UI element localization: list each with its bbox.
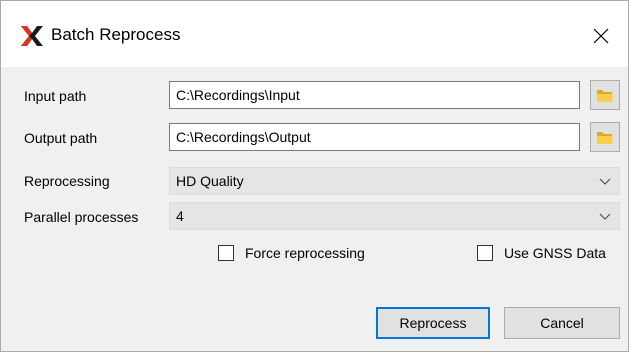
folder-icon (597, 89, 613, 102)
force-reprocessing-box[interactable] (218, 245, 234, 261)
input-path-field[interactable]: C:\Recordings\Input (169, 81, 580, 109)
reprocessing-value: HD Quality (176, 173, 244, 189)
parallel-processes-select[interactable]: 4 (169, 202, 620, 230)
parallel-processes-label: Parallel processes (24, 209, 139, 225)
window-title: Batch Reprocess (51, 25, 181, 44)
reprocessing-label: Reprocessing (24, 173, 110, 189)
reprocessing-select[interactable]: HD Quality (169, 167, 620, 195)
chevron-down-icon (599, 178, 611, 185)
folder-icon (597, 131, 613, 144)
title-bar: Batch Reprocess (1, 1, 628, 67)
close-icon (593, 28, 609, 44)
input-path-label: Input path (24, 88, 87, 104)
force-reprocessing-label: Force reprocessing (245, 245, 365, 261)
use-gnss-label: Use GNSS Data (504, 245, 606, 261)
parallel-processes-value: 4 (176, 208, 184, 224)
cancel-button[interactable]: Cancel (504, 307, 620, 339)
chevron-down-icon (599, 213, 611, 220)
browse-output-button[interactable] (590, 122, 620, 152)
output-path-field[interactable]: C:\Recordings\Output (169, 123, 580, 151)
use-gnss-checkbox[interactable]: Use GNSS Data (477, 245, 606, 261)
x-logo-icon (21, 26, 43, 46)
close-button[interactable] (586, 21, 616, 51)
use-gnss-box[interactable] (477, 245, 493, 261)
output-path-label: Output path (24, 130, 98, 146)
force-reprocessing-checkbox[interactable]: Force reprocessing (218, 245, 365, 261)
browse-input-button[interactable] (590, 80, 620, 110)
batch-reprocess-dialog: Batch Reprocess Input path C:\Recordings… (0, 0, 629, 352)
reprocess-button[interactable]: Reprocess (376, 307, 490, 339)
